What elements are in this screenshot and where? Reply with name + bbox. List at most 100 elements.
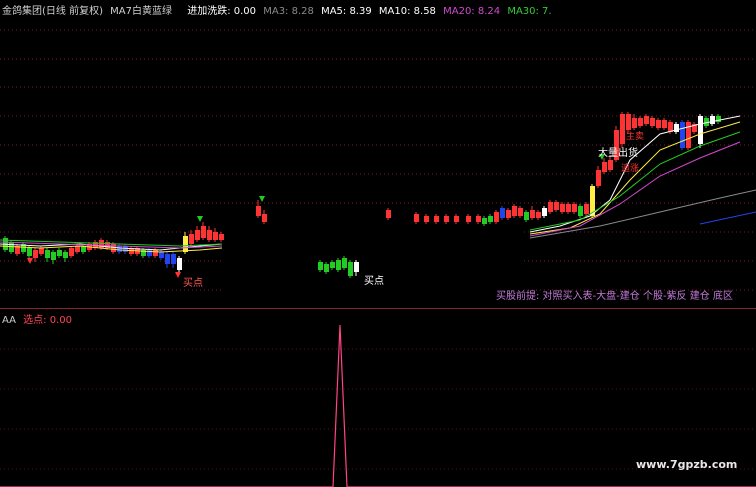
candle-body (650, 118, 655, 126)
watermark: www.7gpzb.com (636, 458, 738, 471)
ma30-value: MA30: 7. (507, 6, 552, 17)
indicator-value: 选点: 0.00 (23, 315, 72, 326)
buy-point-label-1: 买点 (183, 278, 203, 289)
candle-body (626, 114, 631, 130)
candle-body (578, 206, 583, 216)
big-sell-label: 大量出货 (598, 148, 638, 159)
candle-body (506, 210, 511, 218)
ma3-value: MA3: 8.28 (263, 6, 314, 17)
candle-body (33, 250, 38, 258)
ma20-value: MA20: 8.24 (443, 6, 501, 17)
candle-body (153, 250, 158, 256)
candle-body (183, 236, 188, 252)
candle-body (75, 246, 80, 252)
ma5-value: MA5: 8.39 (321, 6, 372, 17)
candle-body (566, 204, 571, 212)
buy-point-label-2: 买点 (364, 276, 384, 287)
candle-body (536, 212, 541, 218)
candle-body (219, 234, 224, 240)
candle-body (386, 210, 391, 218)
candle-body (342, 258, 347, 268)
candle-body (542, 208, 547, 216)
candle-body (596, 170, 601, 186)
chart-header: 金鸽集团(日线 前复权) MA7白黄蓝绿 进加洗跌: 0.00 MA3: 8.2… (2, 2, 556, 17)
wash-value: 进加洗跌: 0.00 (187, 6, 257, 17)
candle-body (177, 258, 182, 270)
candle-body (644, 116, 649, 124)
candle-body (201, 226, 206, 238)
moving-average-line (699, 211, 756, 225)
candle-body (602, 162, 607, 172)
candle-body (608, 160, 613, 170)
candle-body (123, 246, 128, 252)
indicator-header: AA 选点: 0.00 (2, 311, 72, 326)
signal-arrow-icon (259, 196, 265, 202)
candle-body (488, 216, 493, 222)
chart-gap (224, 225, 524, 308)
candle-body (710, 116, 715, 124)
candle-body (57, 250, 62, 256)
candle-body (494, 212, 499, 222)
candle-body (330, 262, 335, 268)
candle-body (189, 234, 194, 244)
candle-body (560, 204, 565, 212)
candle-body (476, 216, 481, 222)
candle-body (444, 216, 449, 222)
candle-body (584, 204, 589, 214)
stock-name: 金鸽集团(日线 前复权) (2, 6, 103, 17)
signal-arrow-icon (197, 216, 203, 222)
candle-body (482, 218, 487, 224)
candle-body (500, 208, 505, 218)
candle-body (434, 216, 439, 222)
candle-body (117, 246, 122, 252)
candle-body (554, 202, 559, 210)
candle-body (256, 206, 261, 216)
candle-body (680, 122, 685, 148)
candle-body (27, 248, 32, 256)
candle-body (632, 118, 637, 128)
candle-body (698, 116, 703, 144)
buy-premise-note: 买股前提: 对照买入表-大盘-建仓 个股-紫反 建仓 底区 (496, 291, 733, 302)
candle-body (548, 202, 553, 212)
candle-body (656, 120, 661, 128)
candle-body (171, 254, 176, 264)
candle-body (466, 216, 471, 222)
candle-body (454, 216, 459, 222)
candle-body (662, 120, 667, 128)
candle-body (324, 264, 329, 272)
candle-body (165, 254, 170, 264)
candle-body (686, 122, 691, 148)
indicator-pane-label: AA (2, 315, 16, 326)
candle-body (318, 262, 323, 270)
candle-body (524, 212, 529, 220)
candle-body (518, 208, 523, 216)
candle-body (638, 118, 643, 126)
candle-body (512, 206, 517, 216)
candle-body (207, 230, 212, 240)
candle-body (424, 216, 429, 222)
moving-average-line (529, 189, 756, 239)
candlestick-chart (0, 29, 756, 308)
price-chart-pane[interactable]: 金鸽集团(日线 前复权) MA7白黄蓝绿 进加洗跌: 0.00 MA3: 8.2… (0, 0, 756, 308)
top-mark-label: 主卖 (626, 132, 645, 142)
candle-body (51, 252, 56, 260)
candle-body (63, 252, 68, 258)
candle-body (69, 248, 74, 256)
candle-body (39, 248, 44, 254)
candle-body (348, 262, 353, 276)
candle-body (159, 252, 164, 258)
candle-body (354, 262, 359, 272)
candle-body (213, 232, 218, 240)
candle-body (195, 230, 200, 240)
candle-body (45, 250, 50, 258)
candle-body (414, 214, 419, 222)
indicator-name: MA7白黄蓝绿 (110, 6, 173, 17)
signal-arrow-icon (175, 272, 181, 278)
candle-body (530, 210, 535, 218)
candle-body (262, 214, 267, 222)
candle-body (572, 204, 577, 212)
candle-body (336, 260, 341, 270)
candle-body (620, 114, 625, 144)
chase-mark-label: 追涨 (621, 164, 640, 174)
ma10-value: MA10: 8.58 (378, 6, 436, 17)
